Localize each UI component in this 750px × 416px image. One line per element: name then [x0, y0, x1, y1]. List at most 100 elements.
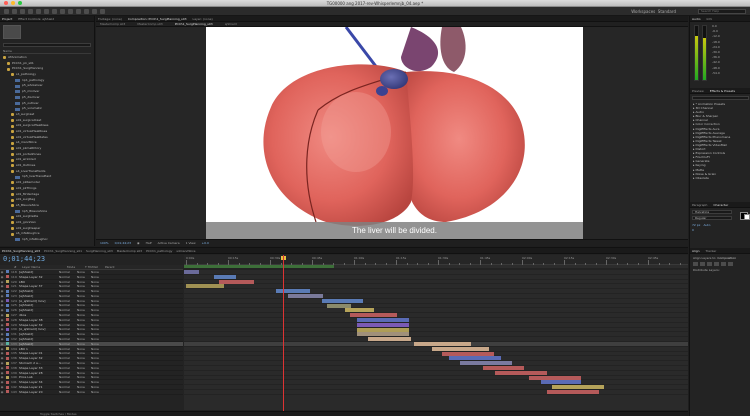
parent-select[interactable]: None: [91, 313, 105, 317]
parent-select[interactable]: None: [91, 284, 105, 288]
visibility-icon[interactable]: ◉: [0, 308, 4, 312]
font-family-select[interactable]: Helvetica: [692, 210, 732, 214]
visibility-icon[interactable]: ◉: [0, 342, 4, 346]
visibility-icon[interactable]: ◉: [0, 380, 4, 384]
breadcrumb-item[interactable]: MasterComp s03: [137, 22, 162, 26]
tab-effect-controls[interactable]: Effect Controls: ajShield: [18, 17, 54, 21]
layer-clip-bar[interactable]: [356, 332, 409, 337]
col-trkmat[interactable]: T TrkMat: [85, 265, 105, 269]
label-color-swatch[interactable]: [6, 275, 9, 279]
tab-project[interactable]: Project: [2, 17, 12, 21]
layer-clip-bar[interactable]: [276, 289, 310, 294]
trkmat-select[interactable]: None: [77, 275, 91, 279]
exposure-value[interactable]: +0.0: [202, 241, 209, 245]
label-color-swatch[interactable]: [6, 313, 9, 317]
layer-clip-bar[interactable]: [368, 337, 411, 342]
parent-select[interactable]: None: [91, 351, 105, 355]
tab-audio[interactable]: Audio: [692, 17, 701, 21]
label-color-swatch[interactable]: [6, 380, 9, 384]
trkmat-select[interactable]: None: [77, 270, 91, 274]
parent-select[interactable]: None: [91, 390, 105, 394]
camera-select[interactable]: Active Camera: [158, 241, 180, 245]
col-parent[interactable]: Parent: [105, 265, 119, 269]
layer-name[interactable]: Shape Layer 38: [19, 318, 59, 322]
layer-mode-select[interactable]: Normal: [59, 332, 77, 336]
layer-name[interactable]: [ajShield]: [19, 270, 59, 274]
visibility-icon[interactable]: ◉: [0, 284, 4, 288]
timeline-timecode[interactable]: 0;01;44;23: [3, 255, 45, 263]
project-item[interactable]: 1p5_infaRoughoc: [3, 237, 91, 243]
layer-name[interactable]: [ajShield]: [19, 289, 59, 293]
parent-select[interactable]: None: [91, 332, 105, 336]
visibility-icon[interactable]: ◉: [0, 371, 4, 375]
layer-mode-select[interactable]: Normal: [59, 308, 77, 312]
align-right-icon[interactable]: [707, 262, 712, 266]
tab-layer[interactable]: Layer: (none): [193, 17, 213, 21]
clone-tool-icon[interactable]: [84, 9, 89, 14]
trkmat-select[interactable]: None: [77, 337, 91, 341]
label-color-swatch[interactable]: [6, 308, 9, 312]
parent-select[interactable]: None: [91, 318, 105, 322]
project-name-header[interactable]: Name: [3, 49, 91, 54]
visibility-icon[interactable]: ◉: [0, 313, 4, 317]
leading-value[interactable]: Auto: [703, 223, 710, 227]
layer-clip-bar[interactable]: [322, 298, 363, 303]
layer-mode-select[interactable]: Normal: [59, 270, 77, 274]
parent-select[interactable]: None: [91, 308, 105, 312]
tab-composition[interactable]: Composition: PCCh1_SurgPlanning_s03: [128, 17, 187, 21]
layer-mode-select[interactable]: Normal: [59, 318, 77, 322]
tab-info[interactable]: Info: [707, 17, 713, 21]
trkmat-select[interactable]: None: [77, 327, 91, 331]
layer-mode-select[interactable]: Normal: [59, 294, 77, 298]
layer-name[interactable]: Price Lab: [19, 375, 59, 379]
layer-clip-bar[interactable]: [460, 361, 512, 366]
visibility-icon[interactable]: ◉: [0, 361, 4, 365]
align-middle-icon[interactable]: [721, 262, 726, 266]
trkmat-select[interactable]: None: [77, 342, 91, 346]
tab-footage[interactable]: Footage: (none): [98, 17, 122, 21]
timeline-tab[interactable]: s4mandSlice: [176, 249, 195, 253]
font-size-value[interactable]: 72 px: [692, 223, 700, 227]
visibility-icon[interactable]: ◉: [0, 323, 4, 327]
layer-mode-select[interactable]: Normal: [59, 351, 77, 355]
trkmat-select[interactable]: None: [77, 303, 91, 307]
camera-tool-icon[interactable]: [36, 9, 41, 14]
layer-mode-select[interactable]: Normal: [59, 380, 77, 384]
layer-name[interactable]: [ajShield]: [19, 308, 59, 312]
label-color-swatch[interactable]: [6, 294, 9, 298]
trkmat-select[interactable]: None: [77, 299, 91, 303]
trkmat-select[interactable]: None: [77, 385, 91, 389]
layer-clip-bar[interactable]: [326, 303, 351, 308]
resolution-select[interactable]: Half: [146, 241, 152, 245]
parent-select[interactable]: None: [91, 289, 105, 293]
layer-clip-bar[interactable]: [432, 346, 489, 351]
hand-tool-icon[interactable]: [12, 9, 17, 14]
layer-mode-select[interactable]: Normal: [59, 323, 77, 327]
layer-clip-bar[interactable]: [414, 342, 471, 346]
parent-select[interactable]: None: [91, 275, 105, 279]
visibility-icon[interactable]: ◉: [0, 303, 4, 307]
zoom-select[interactable]: 100%: [100, 241, 109, 245]
layer-mode-select[interactable]: Normal: [59, 361, 77, 365]
align-center-icon[interactable]: [700, 262, 705, 266]
label-color-swatch[interactable]: [6, 332, 9, 336]
align-left-icon[interactable]: [693, 262, 698, 266]
trkmat-select[interactable]: None: [77, 280, 91, 284]
layer-name[interactable]: Shape Layer 37: [19, 284, 59, 288]
layer-mode-select[interactable]: Normal: [59, 375, 77, 379]
layer-mode-select[interactable]: Normal: [59, 371, 77, 375]
visibility-icon[interactable]: ◉: [0, 347, 4, 351]
visibility-icon[interactable]: ◉: [0, 275, 4, 279]
trkmat-select[interactable]: None: [77, 351, 91, 355]
layer-clip-bar[interactable]: [540, 380, 581, 385]
layer-clip-bar[interactable]: [184, 270, 200, 274]
parent-select[interactable]: None: [91, 299, 105, 303]
layer-mode-select[interactable]: Normal: [59, 347, 77, 351]
layer-clip-bar[interactable]: [529, 375, 581, 380]
timeline-tab[interactable]: PCCh1_SurgPlanning_s03: [2, 249, 40, 253]
layer-name[interactable]: Stomach 2 a...: [19, 361, 59, 365]
mask-tool-icon[interactable]: [52, 9, 57, 14]
timeline-tab[interactable]: SurgPlanning_s03: [86, 249, 113, 253]
parent-select[interactable]: None: [91, 280, 105, 284]
align-bottom-icon[interactable]: [728, 262, 733, 266]
